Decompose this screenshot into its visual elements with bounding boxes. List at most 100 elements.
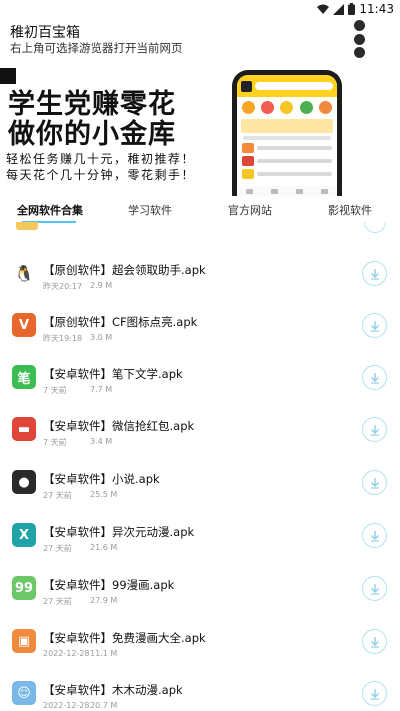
file-date: 27 天前 [43, 544, 72, 553]
menu-dot [353, 47, 365, 58]
file-date: 7 天前 [43, 438, 67, 447]
cat-paw-icon: ● [12, 470, 36, 494]
download-icon [370, 688, 379, 700]
tab-all-software[interactable]: 全网软件合集 [0, 198, 100, 223]
tab-label: 官方网站 [228, 204, 272, 217]
list-item[interactable]: 99 【安卓软件】99漫画.apk 27 天前 27.9 M [0, 564, 400, 616]
vertical-dots-icon[interactable] [352, 20, 366, 58]
tab-label: 全网软件合集 [17, 204, 83, 217]
tab-study-software[interactable]: 学习软件 [100, 198, 200, 222]
file-size: 3.0 M [90, 333, 113, 342]
file-size: 3.4 M [90, 437, 113, 446]
list-item[interactable]: X 【安卓软件】异次元动漫.apk 27 天前 21.6 M [0, 511, 400, 563]
tab-video-software[interactable]: 影视软件 [300, 198, 400, 222]
tab-official-sites[interactable]: 官方网站 [200, 198, 300, 222]
menu-dot [353, 33, 365, 45]
banner-slogan: 轻松任务赚几十元，稚初推荐！ [6, 152, 196, 166]
list-item[interactable]: ● 【安卓软件】小说.apk 27 天前 25.5 M [0, 458, 400, 510]
file-date: 昨天19:18 [43, 334, 83, 343]
download-button[interactable] [362, 313, 387, 338]
list-item[interactable]: ▬ 【安卓软件】微信抢红包.apk 7 天前 3.4 M [0, 405, 400, 457]
icon-glyph: ▬ [17, 421, 31, 437]
folder-icon [16, 222, 38, 230]
phone-mockup-image [232, 70, 342, 196]
list-item[interactable]: 🐧 【原创软件】超会领取助手.apk 昨天20:17 2.9 M [0, 249, 400, 301]
category-tabs: 全网软件合集 学习软件 官方网站 影视软件 [0, 198, 400, 223]
icon-glyph: ● [18, 474, 30, 490]
download-button[interactable] [362, 261, 387, 286]
file-date: 2022-12-28 [43, 649, 90, 658]
file-date: 27 天前 [43, 491, 72, 500]
app-header: 稚初百宝箱 右上角可选择游览器打开当前网页 [0, 18, 400, 60]
file-name: 【安卓软件】99漫画.apk [43, 578, 175, 592]
wifi-icon [317, 4, 330, 14]
banner-headline: 学生党赚零花 [8, 89, 176, 120]
99-comic-icon: 99 [12, 576, 36, 600]
tab-label: 影视软件 [328, 204, 372, 217]
red-packet-icon: ▬ [12, 417, 36, 441]
download-button[interactable] [362, 470, 387, 495]
file-name: 【安卓软件】笔下文学.apk [43, 367, 183, 381]
banner-headline: 做你的小金库 [8, 119, 176, 150]
icon-glyph: ▣ [17, 633, 31, 649]
signal-icon [333, 3, 345, 15]
list-item[interactable]: V 【原创软件】CF图标点亮.apk 昨天19:18 3.0 M [0, 301, 400, 353]
download-button[interactable] [362, 523, 387, 548]
icon-glyph: 99 [14, 580, 34, 596]
file-list: 🐧 【原创软件】超会领取助手.apk 昨天20:17 2.9 M V 【原创软件… [0, 222, 400, 711]
banner-slogan: 每天花个几十分钟，零花剩手！ [6, 168, 196, 182]
battery-icon [348, 3, 356, 15]
file-size: 25.5 M [90, 490, 118, 499]
file-name: 【安卓软件】小说.apk [43, 472, 160, 486]
download-button[interactable] [362, 365, 387, 390]
icon-glyph: V [18, 317, 30, 333]
file-size: 21.6 M [90, 543, 118, 552]
x-anime-icon: X [12, 523, 36, 547]
download-button[interactable] [362, 629, 387, 654]
qq-penguin-icon: 🐧 [12, 261, 36, 285]
page-title: 稚初百宝箱 [10, 25, 80, 41]
status-icons: 11:43 [317, 2, 394, 16]
icon-glyph: 🐧 [14, 263, 34, 283]
file-name: 【安卓软件】异次元动漫.apk [43, 525, 195, 539]
download-icon [370, 268, 379, 280]
file-size: 11.1 M [90, 649, 118, 658]
page-subtitle: 右上角可选择游览器打开当前网页 [10, 41, 183, 55]
list-item[interactable]: 笔 【安卓软件】笔下文学.apk 7 天前 7.7 M [0, 353, 400, 405]
promo-banner[interactable]: 学生党赚零花 做你的小金库 轻松任务赚几十元，稚初推荐！ 每天花个几十分钟，零花… [0, 64, 400, 198]
tab-label: 学习软件 [128, 204, 172, 217]
status-bar: 11:43 [0, 0, 400, 18]
file-name: 【原创软件】超会领取助手.apk [43, 263, 206, 277]
download-button[interactable] [362, 417, 387, 442]
file-name: 【原创软件】CF图标点亮.apk [43, 315, 198, 329]
download-icon[interactable] [364, 222, 386, 233]
file-date: 27 天前 [43, 597, 72, 606]
download-icon [370, 320, 379, 332]
download-icon [370, 372, 379, 384]
list-item[interactable]: ▣ 【安卓软件】免费漫画大全.apk 2022-12-28 11.1 M [0, 617, 400, 669]
download-icon [370, 530, 379, 542]
list-item[interactable]: ☺ 【安卓软件】木木动漫.apk 2022-12-28 20.7 M [0, 669, 400, 711]
file-size: 27.9 M [90, 596, 118, 605]
icon-glyph: ☺ [17, 685, 31, 701]
file-date: 7 天前 [43, 386, 67, 395]
file-size: 20.7 M [90, 701, 118, 710]
icon-glyph: 笔 [17, 371, 31, 387]
file-date: 昨天20:17 [43, 282, 83, 291]
download-button[interactable] [362, 681, 387, 706]
comic-book-icon: ▣ [12, 629, 36, 653]
download-icon [370, 583, 379, 595]
pen-book-icon: 笔 [12, 365, 36, 389]
banner-marker [0, 68, 16, 84]
file-name: 【安卓软件】免费漫画大全.apk [43, 631, 206, 645]
icon-glyph: X [18, 527, 30, 543]
menu-dot [353, 20, 365, 31]
list-item-partial [0, 222, 400, 238]
anime-girl-icon: ☺ [12, 681, 36, 705]
file-size: 2.9 M [90, 281, 113, 290]
download-button[interactable] [362, 576, 387, 601]
cf-logo-icon: V [12, 313, 36, 337]
file-size: 7.7 M [90, 385, 113, 394]
file-name: 【安卓软件】木木动漫.apk [43, 683, 183, 697]
download-icon [370, 424, 379, 436]
